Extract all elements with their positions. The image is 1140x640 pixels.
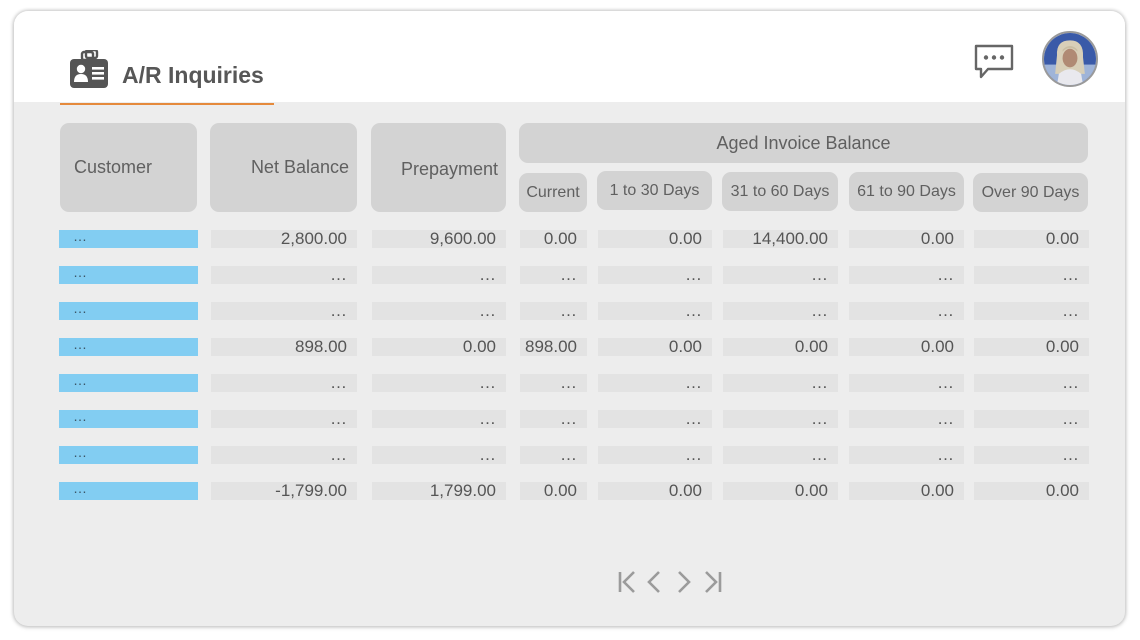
cell-current: 898.00 — [520, 338, 587, 356]
cell-prepayment: … — [372, 410, 506, 428]
cell-current: 0.00 — [520, 230, 587, 248]
col-header-current[interactable]: Current — [519, 173, 587, 212]
cell-31-to-60-days: … — [723, 446, 838, 464]
cell-net-balance: -1,799.00 — [211, 482, 357, 500]
previous-page-icon[interactable] — [642, 568, 666, 596]
ar-inquiries-panel: A/R Inquiries Customer Net Balance Prepa… — [14, 11, 1125, 626]
cell-over-90-days: 0.00 — [974, 482, 1089, 500]
cell-net-balance: … — [211, 410, 357, 428]
cell-net-balance: … — [211, 266, 357, 284]
cell-1-to-30-days: 0.00 — [598, 230, 712, 248]
avatar-image — [1044, 33, 1096, 85]
chat-bubble-icon[interactable] — [973, 44, 1015, 80]
first-page-icon[interactable] — [616, 568, 640, 596]
cell-current: … — [520, 266, 587, 284]
cell-1-to-30-days: … — [598, 446, 712, 464]
col-header-over-90-days[interactable]: Over 90 Days — [973, 173, 1088, 212]
next-page-icon[interactable] — [672, 568, 696, 596]
cell-net-balance: 2,800.00 — [211, 230, 357, 248]
cell-1-to-30-days: … — [598, 374, 712, 392]
col-header-customer[interactable]: Customer — [60, 123, 197, 212]
cell-1-to-30-days: … — [598, 410, 712, 428]
cell-61-to-90-days: 0.00 — [849, 230, 964, 248]
cell-current: … — [520, 302, 587, 320]
cell-current: 0.00 — [520, 482, 587, 500]
customer-link[interactable]: … — [59, 229, 198, 248]
col-header-net-balance[interactable]: Net Balance — [210, 123, 357, 212]
cell-prepayment: … — [372, 374, 506, 392]
cell-over-90-days: 0.00 — [974, 338, 1089, 356]
cell-net-balance: 898.00 — [211, 338, 357, 356]
cell-31-to-60-days: … — [723, 374, 838, 392]
cell-current: … — [520, 446, 587, 464]
cell-1-to-30-days: 0.00 — [598, 338, 712, 356]
customer-link[interactable]: … — [59, 481, 198, 500]
cell-prepayment: 0.00 — [372, 338, 506, 356]
cell-net-balance: … — [211, 374, 357, 392]
cell-over-90-days: … — [974, 410, 1089, 428]
cell-prepayment: … — [372, 446, 506, 464]
cell-over-90-days: … — [974, 302, 1089, 320]
col-header-61-to-90-days[interactable]: 61 to 90 Days — [849, 172, 964, 211]
cell-61-to-90-days: … — [849, 410, 964, 428]
last-page-icon[interactable] — [700, 568, 724, 596]
cell-over-90-days: … — [974, 374, 1089, 392]
cell-prepayment: 1,799.00 — [372, 482, 506, 500]
cell-over-90-days: 0.00 — [974, 230, 1089, 248]
customer-link[interactable]: … — [59, 337, 198, 356]
cell-prepayment: … — [372, 266, 506, 284]
cell-31-to-60-days: 14,400.00 — [723, 230, 838, 248]
cell-61-to-90-days: … — [849, 446, 964, 464]
cell-net-balance: … — [211, 446, 357, 464]
cell-1-to-30-days: … — [598, 266, 712, 284]
contact-card-icon — [70, 50, 108, 88]
cell-61-to-90-days: … — [849, 266, 964, 284]
cell-31-to-60-days: 0.00 — [723, 338, 838, 356]
col-header-1-to-30-days[interactable]: 1 to 30 Days — [597, 171, 712, 210]
cell-61-to-90-days: … — [849, 302, 964, 320]
cell-net-balance: … — [211, 302, 357, 320]
cell-1-to-30-days: … — [598, 302, 712, 320]
cell-61-to-90-days: 0.00 — [849, 482, 964, 500]
cell-31-to-60-days: … — [723, 410, 838, 428]
user-avatar[interactable] — [1042, 31, 1098, 87]
cell-31-to-60-days: … — [723, 266, 838, 284]
cell-1-to-30-days: 0.00 — [598, 482, 712, 500]
col-header-31-to-60-days[interactable]: 31 to 60 Days — [722, 172, 838, 211]
customer-link[interactable]: … — [59, 445, 198, 464]
customer-link[interactable]: … — [59, 409, 198, 428]
cell-prepayment: 9,600.00 — [372, 230, 506, 248]
cell-current: … — [520, 410, 587, 428]
cell-61-to-90-days: 0.00 — [849, 338, 964, 356]
customer-link[interactable]: … — [59, 373, 198, 392]
cell-prepayment: … — [372, 302, 506, 320]
cell-current: … — [520, 374, 587, 392]
cell-61-to-90-days: … — [849, 374, 964, 392]
customer-link[interactable]: … — [59, 301, 198, 320]
cell-31-to-60-days: 0.00 — [723, 482, 838, 500]
title-tab: A/R Inquiries — [60, 47, 274, 105]
panel-header: A/R Inquiries — [14, 11, 1125, 105]
customer-link[interactable]: … — [59, 265, 198, 284]
col-header-aged-invoice-balance: Aged Invoice Balance — [519, 123, 1088, 163]
cell-31-to-60-days: … — [723, 302, 838, 320]
col-header-prepayment[interactable]: Prepayment — [371, 123, 506, 212]
cell-over-90-days: … — [974, 266, 1089, 284]
page-title: A/R Inquiries — [122, 62, 264, 88]
cell-over-90-days: … — [974, 446, 1089, 464]
